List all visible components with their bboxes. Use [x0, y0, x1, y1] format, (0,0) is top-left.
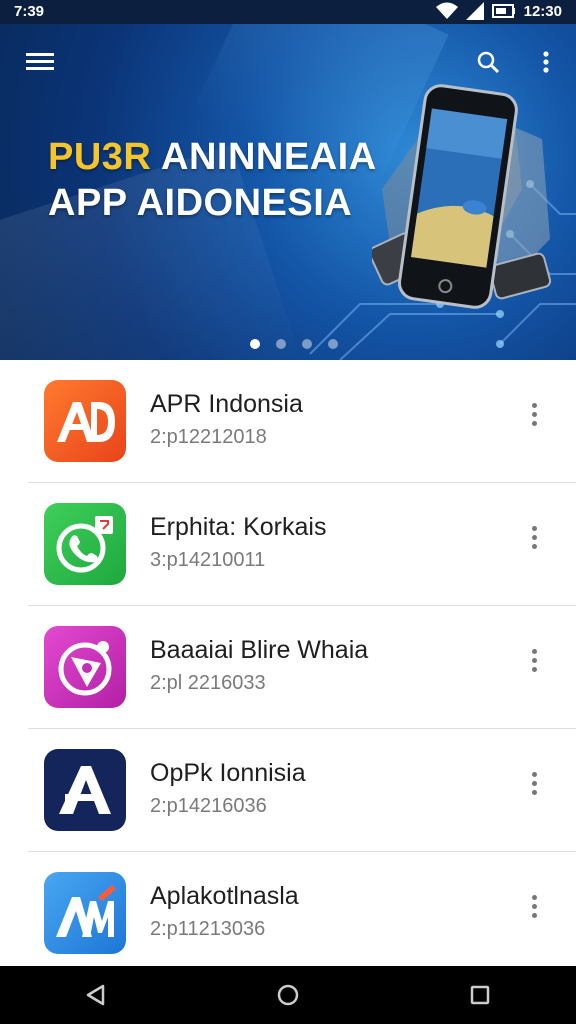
app-name: APR Indonsia: [150, 390, 303, 418]
menu-button[interactable]: [20, 42, 60, 82]
hero-title: PU3R ANINNEAIA APP AIDONESIA: [48, 134, 377, 226]
app-list: APR Indonsia 2:p12212018 Erphita: Korkai…: [0, 360, 576, 975]
app-date: 2:p12212018: [150, 426, 267, 448]
app-date: 2:pl 2216033: [150, 672, 266, 694]
ad-logo-icon: [44, 380, 126, 462]
back-button[interactable]: [66, 966, 126, 1024]
app-date: 3:p14210011: [150, 549, 266, 571]
smartphone-illustration: [372, 84, 552, 309]
more-vert-icon: [543, 51, 549, 73]
letter-a-icon: [44, 749, 126, 831]
status-icons: 12:30: [435, 2, 562, 20]
app-date: 2:p11213036: [150, 918, 266, 940]
wifi-icon: [435, 2, 458, 19]
item-more-button[interactable]: [524, 394, 544, 434]
app-name: Aplakotlnasla: [150, 882, 299, 910]
app-date: 2:p14216036: [150, 795, 267, 817]
item-more-button[interactable]: [524, 886, 544, 926]
compass-target-icon: [44, 626, 126, 708]
phone-chat-icon: [44, 503, 126, 585]
search-button[interactable]: [468, 42, 508, 82]
app-name: Erphita: Korkais: [150, 513, 327, 541]
app-list-item[interactable]: Baaaiai Blire Whaia 2:pl 2216033: [0, 606, 576, 729]
hero-title-line1: ANINNEAIA: [161, 136, 377, 178]
hero-banner[interactable]: PU3R ANINNEAIA APP AIDONESIA: [0, 24, 576, 360]
pager-dot[interactable]: [250, 339, 260, 349]
signal-icon: [465, 2, 484, 20]
back-triangle-icon: [86, 984, 105, 1006]
app-list-item[interactable]: APR Indonsia 2:p12212018: [0, 360, 576, 483]
recents-button[interactable]: [450, 966, 510, 1024]
status-clock: 12:30: [523, 2, 562, 20]
app-list-item[interactable]: OpPk Ionnisia 2:p14216036: [0, 729, 576, 852]
home-button[interactable]: [258, 966, 318, 1024]
hamburger-menu-icon: [26, 53, 54, 70]
app-name: OpPk Ionnisia: [150, 759, 306, 787]
recents-square-icon: [470, 985, 490, 1005]
pager-dot[interactable]: [302, 339, 312, 349]
item-more-button[interactable]: [524, 517, 544, 557]
carousel-pager[interactable]: [250, 339, 338, 349]
status-time: 7:39: [14, 3, 45, 20]
hero-title-accent: PU3R: [48, 136, 152, 178]
navigation-bar: [0, 966, 576, 1024]
app-list-item[interactable]: Erphita: Korkais 3:p14210011: [0, 483, 576, 606]
overflow-menu-button[interactable]: [526, 42, 566, 82]
battery-icon: [491, 4, 515, 18]
search-icon: [477, 51, 500, 74]
app-name: Baaaiai Blire Whaia: [150, 636, 369, 664]
app-list-item[interactable]: Aplakotlnasla 2:p11213036: [0, 852, 576, 975]
hero-title-line2: APP AIDONESIA: [48, 182, 353, 224]
am-pen-icon: [44, 872, 126, 954]
item-more-button[interactable]: [524, 763, 544, 803]
item-more-button[interactable]: [524, 640, 544, 680]
pager-dot[interactable]: [328, 339, 338, 349]
home-circle-icon: [277, 984, 299, 1006]
status-bar: 7:39 12:30: [0, 0, 576, 24]
pager-dot[interactable]: [276, 339, 286, 349]
